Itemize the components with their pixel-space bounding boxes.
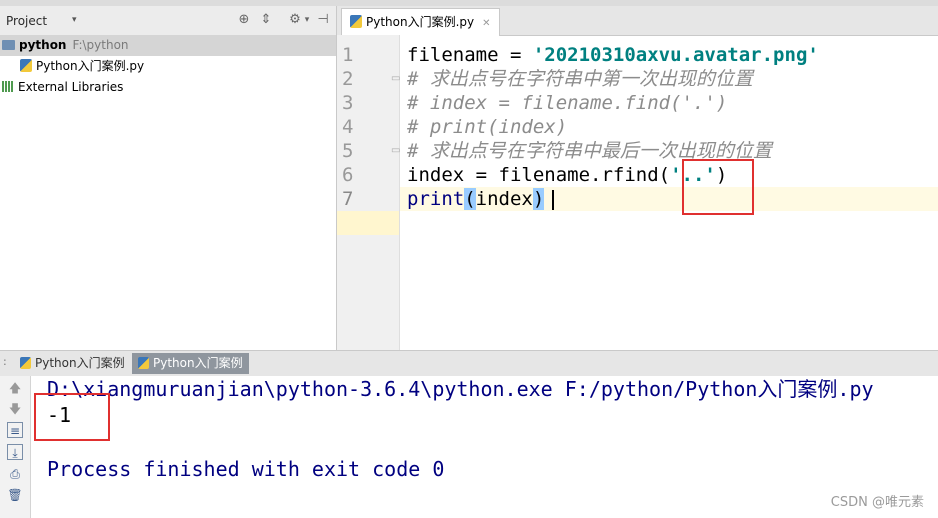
run-side-toolbar: 🡅 🡇 ≡ ⤓ ⎙ 🗑 [0, 376, 31, 518]
run-tab-bar: : Python入门案例 Python入门案例 [0, 350, 938, 377]
gear-dropdown-icon[interactable]: ▾ [299, 12, 315, 28]
tree-item-label: Python入门案例.py [36, 59, 145, 73]
code-text: index [475, 188, 533, 210]
code-line[interactable]: # 求出点号在字符串中第一次出现的位置 [407, 67, 753, 91]
arrow-down-icon[interactable]: 🡇 [7, 401, 23, 417]
text-caret [552, 190, 554, 210]
line-number: 7 [342, 188, 354, 210]
editor-tab-label: Python入门案例.py [366, 15, 475, 29]
tree-item-label: python [19, 38, 67, 52]
line-number: 6 [342, 164, 354, 186]
code-area[interactable]: filename = '20210310axvu.avatar.png' # 求… [400, 35, 938, 350]
project-view-selector[interactable]: Project [6, 14, 47, 28]
highlight-box-output [34, 393, 110, 441]
collapse-all-icon[interactable]: ⇕ [258, 12, 274, 28]
close-icon[interactable]: ✕ [482, 18, 490, 29]
tree-item-python-file[interactable]: Python入门案例.py [0, 56, 336, 77]
run-tab-label: Python入门案例 [35, 356, 125, 370]
matched-bracket: ( [464, 188, 476, 210]
locate-target-icon[interactable]: ⊕ [236, 12, 252, 28]
code-editor: Python入门案例.py ✕ 1 2 3 4 5 6 7 ▭ ▭ filenam… [337, 6, 938, 350]
python-file-icon [20, 59, 32, 72]
console-exit-line: Process finished with exit code 0 [47, 457, 445, 481]
hide-panel-icon[interactable]: ⊣ [315, 12, 331, 28]
run-console[interactable]: D:\xiangmuruanjian\python-3.6.4\python.e… [31, 376, 938, 518]
run-tab[interactable]: Python入门案例 [14, 353, 131, 374]
string-literal: '20210310axvu.avatar.png' [532, 44, 819, 66]
run-tab-label: Python入门案例 [153, 356, 243, 370]
line-number: 5 [342, 140, 354, 162]
arrow-up-icon[interactable]: 🡅 [7, 380, 23, 396]
editor-tab-python-file[interactable]: Python入门案例.py ✕ [341, 8, 500, 36]
watermark: CSDN @唯元素 [830, 495, 924, 510]
matched-bracket: ) [532, 188, 545, 210]
project-toolbar: Project ▾ ⊕ ⇕ ⚙ ▾ ⊣ [0, 6, 336, 36]
code-line[interactable]: print(index) [407, 187, 545, 211]
project-tree: python F:\python Python入门案例.py External L… [0, 35, 336, 98]
python-file-icon [20, 356, 31, 369]
highlight-box-rfind-argument [682, 159, 754, 215]
folder-icon [2, 39, 15, 50]
libraries-icon [2, 81, 14, 92]
line-number-gutter: 1 2 3 4 5 6 7 ▭ ▭ [337, 35, 400, 350]
code-line[interactable]: filename = '20210310axvu.avatar.png' [407, 43, 819, 67]
line-number: 4 [342, 116, 354, 138]
builtin-keyword: print [407, 188, 465, 210]
tree-item-external-libraries[interactable]: External Libraries [0, 77, 336, 98]
code-line[interactable]: # index = filename.find('.') [407, 91, 727, 115]
run-panel-label-icon: : [3, 355, 7, 368]
trash-icon[interactable]: 🗑 [7, 487, 23, 503]
soft-wrap-icon[interactable]: ≡ [7, 422, 23, 438]
code-line[interactable]: index = filename.rfind('..') [407, 163, 727, 187]
line-number: 1 [342, 44, 354, 66]
tree-item-label: External Libraries [18, 80, 124, 94]
code-text: filename = [407, 44, 533, 66]
line-number: 3 [342, 92, 354, 114]
code-line[interactable]: # print(index) [407, 115, 567, 139]
python-file-icon [350, 15, 362, 28]
console-command-line: D:\xiangmuruanjian\python-3.6.4\python.e… [47, 377, 874, 401]
run-tab-active[interactable]: Python入门案例 [132, 353, 249, 374]
chevron-down-icon[interactable]: ▾ [72, 15, 77, 25]
tree-item-path: F:\python [72, 38, 129, 52]
tree-item-python-folder[interactable]: python F:\python [0, 35, 336, 56]
python-file-icon [138, 356, 149, 369]
line-number: 2 [342, 68, 354, 90]
scroll-to-end-icon[interactable]: ⤓ [7, 444, 23, 460]
print-icon[interactable]: ⎙ [7, 466, 23, 482]
current-line-gutter-highlight [337, 211, 399, 235]
code-text: index = filename.rfind( [407, 164, 671, 186]
project-panel: Project ▾ ⊕ ⇕ ⚙ ▾ ⊣ python F:\python Pyth… [0, 6, 337, 350]
editor-tab-bar: Python入门案例.py ✕ [337, 6, 938, 36]
